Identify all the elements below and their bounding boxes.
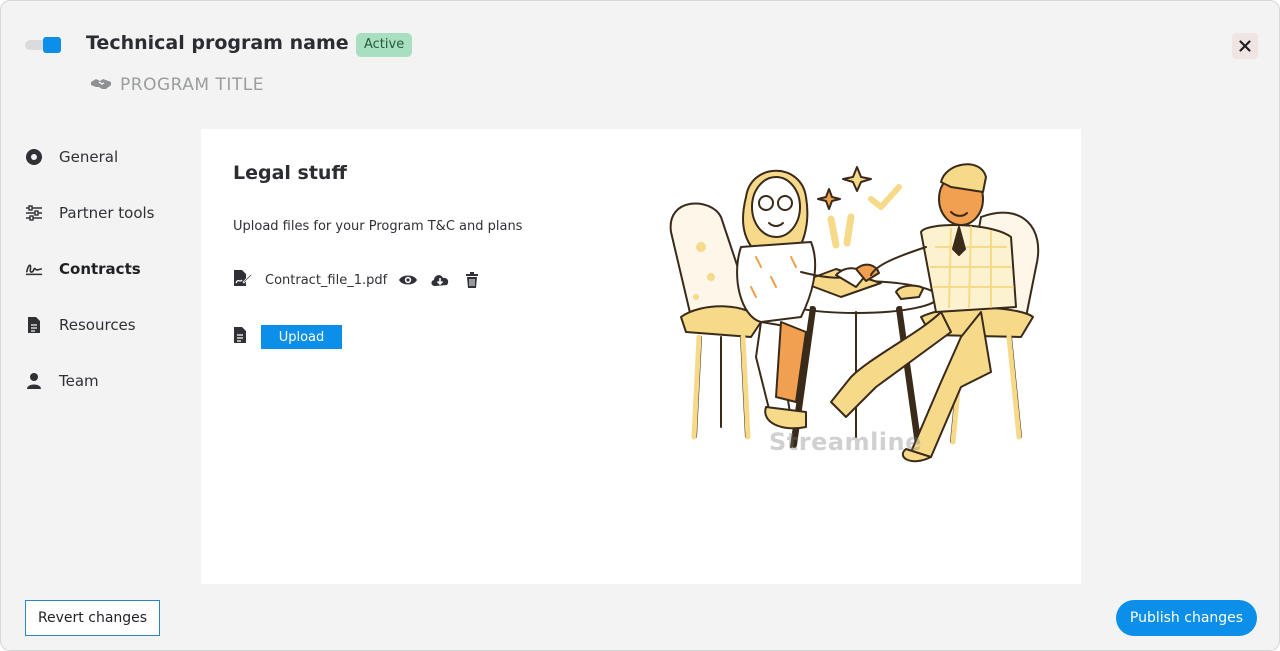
handshake-illustration	[669, 163, 1040, 463]
signed-document-icon	[233, 269, 253, 291]
cloud-download-icon	[431, 275, 449, 286]
sidebar-item-team[interactable]: Team	[25, 366, 99, 396]
status-badge: Active	[356, 33, 413, 57]
close-icon	[1239, 40, 1251, 52]
trash-icon	[466, 272, 479, 288]
sidebar-item-label: Contracts	[59, 260, 141, 278]
person-icon	[25, 372, 43, 390]
upload-button[interactable]: Upload	[261, 325, 342, 349]
file-name: Contract_file_1.pdf	[265, 272, 388, 288]
document-icon	[233, 326, 247, 348]
sidebar-item-label: Partner tools	[59, 204, 155, 222]
sidebar-item-contracts[interactable]: Contracts	[25, 254, 141, 284]
sidebar-item-label: Team	[59, 372, 99, 390]
sidebar-item-resources[interactable]: Resources	[25, 310, 136, 340]
eye-icon	[399, 275, 418, 285]
radio-dot-icon	[25, 148, 43, 166]
program-editor-window: Technical program name Active PROGRAM TI…	[0, 0, 1280, 651]
sidebar-item-general[interactable]: General	[25, 142, 118, 172]
sliders-icon	[25, 204, 43, 222]
section-title: Legal stuff	[233, 162, 347, 184]
delete-file-button[interactable]	[461, 269, 483, 291]
sidebar-item-label: General	[59, 148, 119, 166]
view-file-button[interactable]	[397, 269, 419, 291]
sidebar-item-label: Resources	[59, 316, 136, 334]
program-logo: PROGRAM TITLE	[90, 74, 264, 96]
program-logo-text: PROGRAM TITLE	[120, 75, 264, 95]
file-row: Contract_file_1.pdf	[233, 269, 493, 291]
document-icon	[25, 316, 43, 334]
contracts-panel: Legal stuff Upload files for your Progra…	[201, 129, 1081, 584]
program-name-title: Technical program name	[86, 32, 349, 54]
signature-icon	[25, 260, 43, 278]
illustration-watermark: Streamline	[769, 428, 922, 456]
upload-row: Upload	[233, 325, 342, 349]
download-file-button[interactable]	[429, 269, 451, 291]
toggle-knob	[43, 37, 61, 53]
sidebar-item-partner-tools[interactable]: Partner tools	[25, 198, 155, 228]
publish-changes-button[interactable]: Publish changes	[1116, 600, 1257, 636]
handshake-icon	[90, 76, 112, 95]
program-toggle-switch[interactable]	[25, 37, 61, 53]
revert-changes-button[interactable]: Revert changes	[25, 600, 160, 636]
section-description: Upload files for your Program T&C and pl…	[233, 219, 523, 234]
close-button[interactable]	[1232, 33, 1258, 59]
